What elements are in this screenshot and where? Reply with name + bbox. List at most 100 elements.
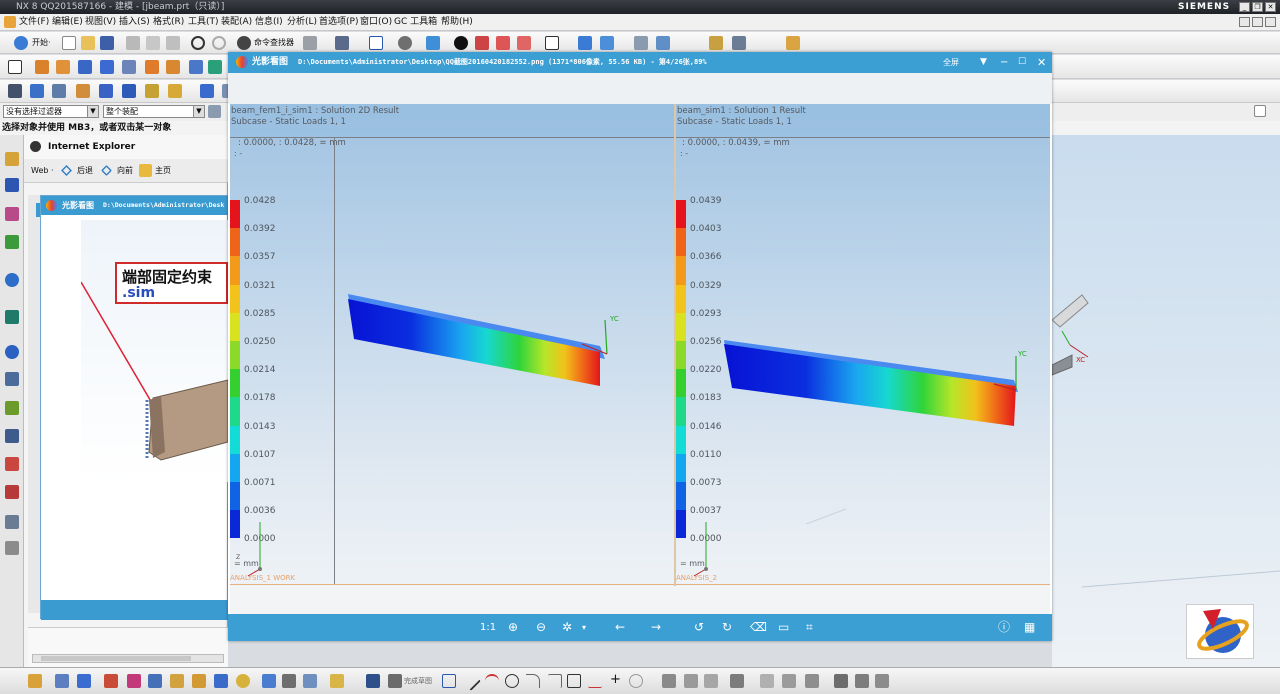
datum-plane-icon[interactable] [189,60,203,74]
selection-filter-select[interactable]: 没有选择过滤器 ▼ [3,105,99,118]
mirror-curve-icon[interactable] [214,674,228,688]
rotate-right-icon[interactable]: ↻ [722,614,732,641]
menu-information[interactable]: 信息(I) [255,14,283,31]
auto-constrain-icon[interactable] [730,674,744,688]
chevron-down-icon[interactable]: ▼ [87,106,98,117]
pattern-curve-icon[interactable] [192,674,206,688]
new-file-icon[interactable] [62,36,76,50]
system-materials-icon[interactable] [5,372,19,386]
forward-arrow-icon[interactable] [101,165,112,176]
web-browser-icon[interactable] [5,310,19,324]
finish-sketch-icon[interactable] [366,674,380,688]
pin-icon[interactable] [30,141,41,152]
shaded-view-icon[interactable] [426,36,440,50]
command-finder-icon[interactable] [237,36,251,50]
forward-button[interactable]: 向前 [117,159,133,183]
line-tool-icon[interactable] [104,674,118,688]
menu-gc-toolbox[interactable]: GC 工具箱 [394,14,437,31]
material-view-icon[interactable] [517,36,531,50]
trim-icon[interactable] [662,674,676,688]
minimize-button[interactable]: _ [1239,2,1250,12]
open-folder-icon[interactable]: ▭ [778,614,789,641]
menu-analysis[interactable]: 分析(L) [287,14,317,31]
point-icon[interactable]: + [610,672,621,687]
scrollbar-thumb[interactable] [41,656,191,661]
touch-mode-icon[interactable] [303,36,317,50]
sketch-curve-icon[interactable] [28,674,42,688]
sketch-grid-icon[interactable] [388,674,402,688]
menu-tools[interactable]: 工具(T) [188,14,219,31]
geometric-constraint-icon[interactable] [760,674,774,688]
menu-insert[interactable]: 插入(S) [119,14,150,31]
chamfer-icon[interactable] [30,84,44,98]
quick-extend-icon[interactable] [330,674,344,688]
trim-body-icon[interactable] [76,84,90,98]
cut-icon[interactable] [126,36,140,50]
manufacturing-wizard-icon[interactable] [5,429,19,443]
shell-icon[interactable] [52,84,66,98]
show-constraints-icon[interactable] [782,674,796,688]
assembly-navigator-icon[interactable] [5,178,19,192]
horizontal-scrollbar[interactable] [32,654,224,663]
menu-window[interactable]: 窗口(O) [360,14,392,31]
resource-bar-icon[interactable] [1254,105,1266,117]
mirror-icon[interactable] [168,84,182,98]
part-navigator-icon[interactable] [5,235,19,249]
alternate-solution-icon[interactable] [834,674,848,688]
animate-dimension-icon[interactable] [855,674,869,688]
fit-view-icon[interactable] [369,36,383,50]
pocket-icon[interactable] [166,60,180,74]
delay-evaluation-icon[interactable] [875,674,889,688]
doc-minimize-button[interactable] [1239,17,1250,27]
profile-curve-icon[interactable] [442,674,456,688]
constraint-icon[interactable] [127,674,141,688]
extend-icon[interactable] [684,674,698,688]
doc-close-button[interactable] [1265,17,1276,27]
maximize-button[interactable]: ❐ [1252,2,1263,12]
intersection-icon[interactable] [236,674,250,688]
next-image-icon[interactable]: → [651,614,661,641]
circle-icon[interactable] [505,674,519,688]
viewer-close-icon[interactable]: ✕ [1037,52,1046,73]
home-button[interactable]: 主页 [155,159,171,183]
command-finder-button[interactable]: 命令查找器 [254,37,294,48]
extrude-icon[interactable] [35,60,49,74]
grid-view-icon[interactable]: ▦ [1024,614,1035,641]
sketch-icon[interactable] [8,60,22,74]
menu-dropdown-icon[interactable]: ▼ [980,52,987,73]
zoom-in-icon[interactable]: ⊕ [508,614,518,641]
crop-icon[interactable]: ⌗ [806,614,813,641]
render-style-icon[interactable] [475,36,489,50]
actual-size-button[interactable]: 1:1 [480,614,496,641]
derived-line-icon[interactable] [282,674,296,688]
datum-axis-icon[interactable] [208,60,222,74]
previous-image-icon[interactable]: ← [615,614,625,641]
polygon-icon[interactable] [588,674,602,688]
web-menu-button[interactable]: Web · [31,159,54,183]
quick-trim-icon[interactable] [303,674,317,688]
system-scenes-icon[interactable] [5,515,19,529]
doc-restore-button[interactable] [1252,17,1263,27]
block-icon[interactable] [78,60,92,74]
viewer-image-area[interactable]: beam_fem1_i_sim1 : Solution 2D Result Su… [230,104,1050,638]
arc-icon[interactable] [485,674,499,688]
cylinder-icon[interactable] [100,60,114,74]
process-studio-icon[interactable] [5,401,19,415]
pattern-icon[interactable] [145,84,159,98]
hd3d-tools-icon[interactable] [5,541,19,555]
rectangle-icon[interactable] [567,674,581,688]
project-curve-icon[interactable] [262,674,276,688]
profile-icon[interactable] [77,674,91,688]
measure-icon[interactable] [732,36,746,50]
unite-icon[interactable] [99,84,113,98]
ellipse-icon[interactable] [629,674,643,688]
paste-icon[interactable] [166,36,180,50]
menu-view[interactable]: 视图(V) [85,14,116,31]
viewer-minimize-icon[interactable]: − [1000,52,1008,73]
undo-icon[interactable] [191,36,205,50]
history-icon[interactable] [5,345,19,359]
delete-icon[interactable]: ⌫ [750,614,767,641]
graphics-window[interactable]: XC [1052,135,1280,667]
copy-icon[interactable] [146,36,160,50]
menu-preferences[interactable]: 首选项(P) [319,14,358,31]
